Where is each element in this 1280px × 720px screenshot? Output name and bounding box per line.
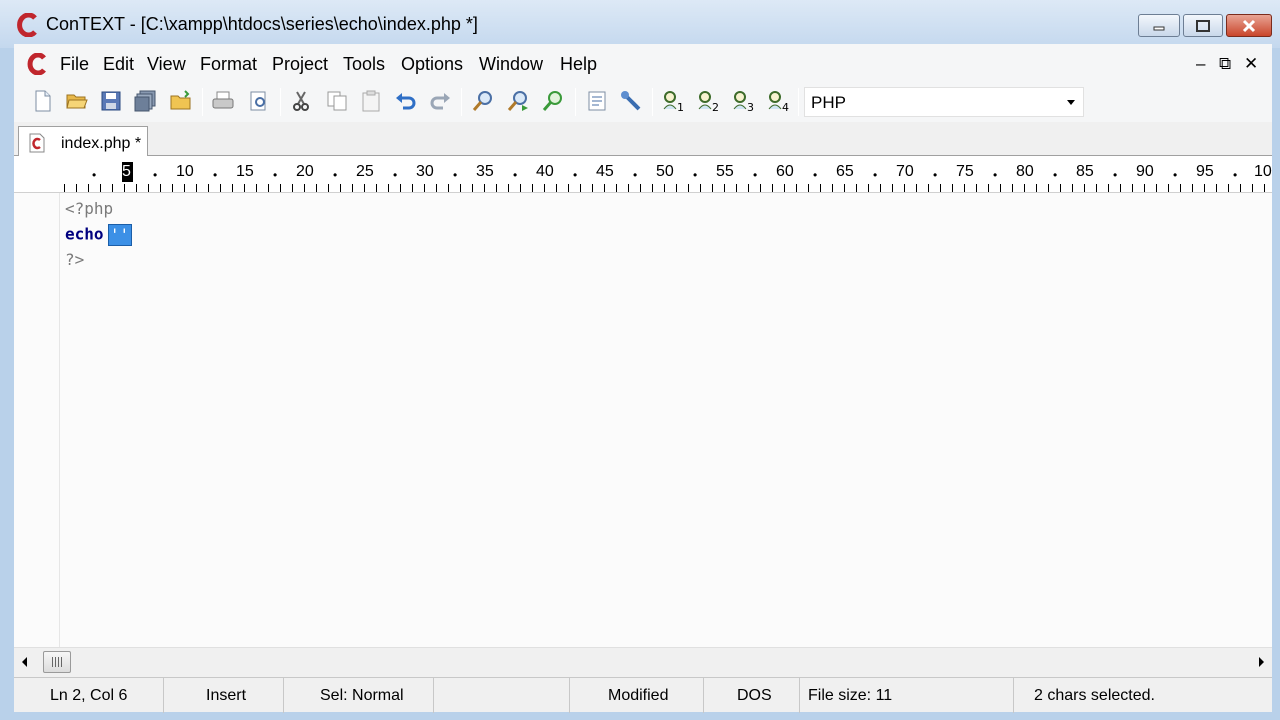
new-file-icon[interactable] [30, 88, 56, 114]
column-ruler: • 5 • 10 • 15 • 20 • 25 • 30 • 35 • 40 •… [14, 156, 1272, 193]
close-icon [1242, 19, 1256, 32]
highlighter-value: PHP [811, 93, 846, 112]
code-line-2: echo '' [65, 224, 132, 246]
file-properties-icon[interactable] [584, 88, 610, 114]
ruler-label: 80 [1016, 163, 1034, 180]
save-icon[interactable] [98, 88, 124, 114]
svg-text:3: 3 [747, 101, 754, 113]
ruler-label: 95 [1196, 163, 1214, 180]
ruler-label: 30 [416, 163, 434, 180]
ruler-label: 10 [1254, 163, 1272, 180]
echo-keyword: echo [65, 224, 104, 244]
user-command-4-icon[interactable]: 4 [765, 88, 791, 114]
modified-indicator: Modified [608, 687, 669, 704]
menu-window[interactable]: Window [479, 54, 543, 75]
toolbar: 1 2 3 4 PHP [14, 82, 1272, 122]
menu-project[interactable]: Project [272, 54, 328, 75]
svg-text:2: 2 [712, 101, 719, 113]
ruler-label: 20 [296, 163, 314, 180]
scrollbar-thumb[interactable] [43, 651, 71, 673]
insert-mode: Insert [206, 687, 247, 704]
ruler-label: 45 [596, 163, 614, 180]
ruler-label: 55 [716, 163, 734, 180]
ruler-label: 25 [356, 163, 374, 180]
code-line-3: ?> [65, 250, 85, 269]
print-preview-icon[interactable] [246, 88, 272, 114]
paste-icon[interactable] [358, 88, 384, 114]
menu-view[interactable]: View [147, 54, 186, 75]
ruler-label: 65 [836, 163, 854, 180]
find-next-icon[interactable] [505, 88, 531, 114]
document-tabs: index.php * [14, 122, 1272, 157]
minimize-icon [1153, 26, 1165, 30]
client-area: File Edit View Format Project Tools Opti… [14, 44, 1272, 713]
minimize-button[interactable] [1138, 14, 1180, 37]
file-size: File size: 11 [808, 687, 893, 704]
save-all-icon[interactable] [132, 88, 158, 114]
redo-icon[interactable] [427, 88, 453, 114]
copy-icon[interactable] [324, 88, 350, 114]
line-ending-format: DOS [737, 687, 772, 704]
code-line-1: <?php [65, 199, 114, 218]
cursor-position: Ln 2, Col 6 [50, 687, 128, 704]
chevron-down-icon [1067, 100, 1075, 105]
ruler-label: 10 [176, 163, 194, 180]
selected-text: '' [107, 224, 132, 246]
svg-text:4: 4 [782, 101, 789, 113]
selection-mode: Sel: Normal [320, 687, 404, 704]
menu-format[interactable]: Format [200, 54, 257, 75]
title-bar: ConTEXT - [C:\xampp\htdocs\series\echo\i… [0, 0, 1280, 48]
ruler-label: 40 [536, 163, 554, 180]
selection-info: 2 chars selected. [1034, 687, 1155, 704]
scroll-right-icon[interactable] [1259, 657, 1264, 667]
replace-icon[interactable] [540, 88, 566, 114]
php-file-icon [29, 133, 45, 153]
user-command-3-icon[interactable]: 3 [730, 88, 756, 114]
cut-icon[interactable] [288, 88, 314, 114]
ruler-label: 35 [476, 163, 494, 180]
mdi-restore-icon[interactable]: ⧉ [1219, 54, 1231, 74]
ruler-label: 50 [656, 163, 674, 180]
svg-text:1: 1 [677, 101, 684, 113]
highlighter-select[interactable]: PHP [804, 87, 1084, 117]
ruler-label: 85 [1076, 163, 1094, 180]
ruler-label: 60 [776, 163, 794, 180]
maximize-icon [1196, 19, 1210, 32]
menu-bar: File Edit View Format Project Tools Opti… [14, 44, 1272, 82]
menu-edit[interactable]: Edit [103, 54, 134, 75]
code-editor[interactable]: <?php echo '' ?> [14, 193, 1272, 647]
horizontal-scrollbar[interactable] [14, 647, 1272, 677]
app-logo-icon [17, 13, 37, 37]
editor-gutter[interactable] [14, 193, 60, 647]
document-logo-icon[interactable] [26, 53, 48, 75]
tab-index-php[interactable]: index.php * [18, 126, 148, 157]
menu-help[interactable]: Help [560, 54, 597, 75]
window-title: ConTEXT - [C:\xampp\htdocs\series\echo\i… [46, 14, 478, 34]
maximize-button[interactable] [1183, 14, 1223, 37]
status-bar: Ln 2, Col 6 Insert Sel: Normal Modified … [14, 677, 1272, 713]
undo-icon[interactable] [393, 88, 419, 114]
scroll-left-icon[interactable] [22, 657, 27, 667]
user-command-1-icon[interactable]: 1 [660, 88, 686, 114]
close-button[interactable] [1226, 14, 1272, 37]
ruler-label: 75 [956, 163, 974, 180]
print-icon[interactable] [210, 88, 236, 114]
open-folder-icon[interactable] [64, 88, 90, 114]
ruler-marker-label: 5 [122, 163, 131, 180]
find-icon[interactable] [470, 88, 496, 114]
menu-tools[interactable]: Tools [343, 54, 385, 75]
menu-options[interactable]: Options [401, 54, 463, 75]
mdi-minimize-icon[interactable]: – [1196, 54, 1205, 74]
tab-label: index.php * [61, 135, 142, 152]
menu-file[interactable]: File [60, 54, 89, 75]
user-settings-icon[interactable] [618, 88, 644, 114]
ruler-label: 70 [896, 163, 914, 180]
mdi-close-icon[interactable]: ✕ [1244, 54, 1258, 74]
ruler-label: 15 [236, 163, 254, 180]
user-command-2-icon[interactable]: 2 [695, 88, 721, 114]
ruler-label: 90 [1136, 163, 1154, 180]
open-project-icon[interactable] [168, 88, 194, 114]
